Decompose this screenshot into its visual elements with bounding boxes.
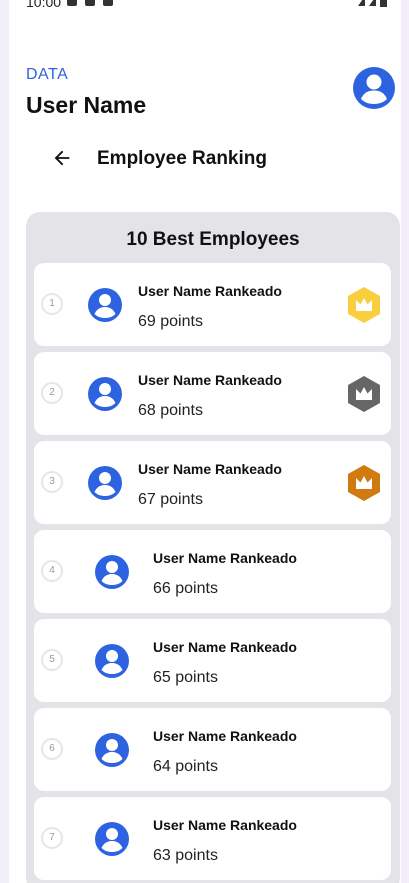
- section-label: DATA: [26, 66, 69, 83]
- account-circle-icon[interactable]: [353, 67, 395, 109]
- arrow-back-icon[interactable]: [51, 147, 73, 169]
- employee-points: 67 points: [138, 491, 203, 508]
- account-circle-icon: [95, 555, 129, 589]
- user-name: User Name: [26, 92, 147, 118]
- account-circle-icon: [88, 288, 122, 322]
- employee-name: User Name Rankeado: [138, 283, 282, 299]
- rank-number: 5: [41, 649, 63, 671]
- employee-name: User Name Rankeado: [153, 728, 297, 744]
- silver-crown-icon: [348, 376, 380, 412]
- ranking-card[interactable]: 7 User Name Rankeado 63 points: [34, 797, 391, 880]
- employee-name: User Name Rankeado: [153, 550, 297, 566]
- employee-points: 66 points: [153, 580, 218, 597]
- notification-icon: [103, 0, 113, 6]
- battery-icon: [380, 0, 387, 7]
- notification-icons: [67, 0, 113, 6]
- notification-icon: [85, 0, 95, 6]
- notification-icon: [67, 0, 77, 6]
- account-circle-icon: [95, 644, 129, 678]
- rank-number: 3: [41, 471, 63, 493]
- system-icons: [358, 0, 387, 7]
- rank-number: 1: [41, 293, 63, 315]
- rank-number: 4: [41, 560, 63, 582]
- rank-number: 6: [41, 738, 63, 760]
- employee-points: 63 points: [153, 847, 218, 864]
- employee-points: 68 points: [138, 402, 203, 419]
- ranking-card[interactable]: 2 User Name Rankeado 68 points: [34, 352, 391, 435]
- ranking-card[interactable]: 1 User Name Rankeado 69 points: [34, 263, 391, 346]
- account-circle-icon: [95, 733, 129, 767]
- rank-number: 2: [41, 382, 63, 404]
- ranking-panel: 10 Best Employees 1 User Name Rankeado 6…: [26, 212, 400, 883]
- ranking-card[interactable]: 4 User Name Rankeado 66 points: [34, 530, 391, 613]
- status-time: 10:00: [26, 0, 62, 10]
- gold-crown-icon: [348, 287, 380, 323]
- bronze-crown-icon: [348, 465, 380, 501]
- employee-name: User Name Rankeado: [153, 817, 297, 833]
- employee-points: 64 points: [153, 758, 218, 775]
- employee-name: User Name Rankeado: [138, 461, 282, 477]
- ranking-card[interactable]: 5 User Name Rankeado 65 points: [34, 619, 391, 702]
- phone-screen: 10:00 DATA User Name Employee Ranking 10…: [9, 0, 401, 883]
- signal-icon: [369, 0, 376, 6]
- employee-points: 69 points: [138, 313, 203, 330]
- account-circle-icon: [88, 466, 122, 500]
- employee-points: 65 points: [153, 669, 218, 686]
- account-circle-icon: [88, 377, 122, 411]
- ranking-card[interactable]: 6 User Name Rankeado 64 points: [34, 708, 391, 791]
- employee-name: User Name Rankeado: [138, 372, 282, 388]
- status-bar: 10:00: [9, 0, 401, 12]
- screen-title: Employee Ranking: [97, 148, 267, 169]
- rank-number: 7: [41, 827, 63, 849]
- ranking-title: 10 Best Employees: [126, 229, 300, 250]
- wifi-icon: [358, 0, 365, 6]
- account-circle-icon: [95, 822, 129, 856]
- employee-name: User Name Rankeado: [153, 639, 297, 655]
- ranking-card[interactable]: 3 User Name Rankeado 67 points: [34, 441, 391, 524]
